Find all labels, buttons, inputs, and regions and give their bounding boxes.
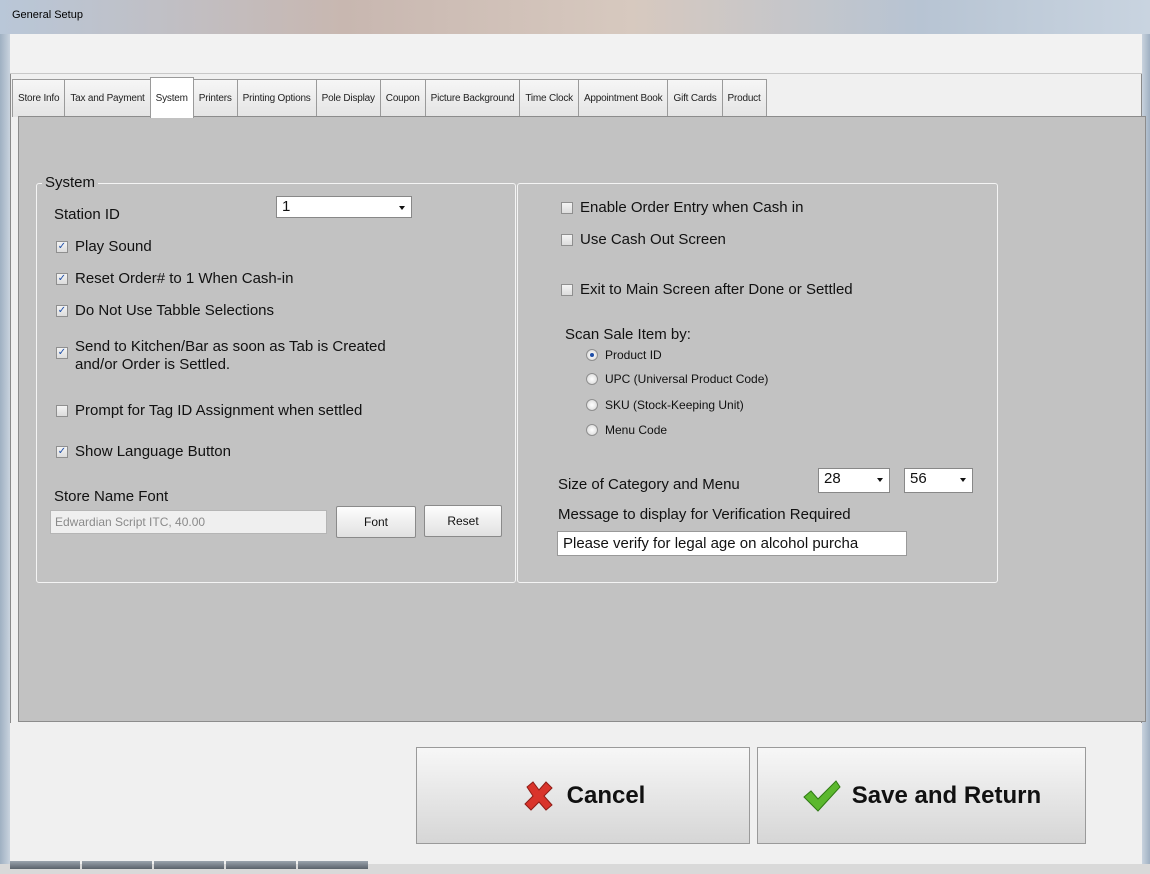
title-bar[interactable]: General Setup (0, 0, 1150, 34)
save-and-return-label: Save and Return (851, 781, 1042, 809)
window-frame-left (0, 34, 10, 864)
reset-order-checkbox[interactable]: ✓ (56, 273, 68, 285)
cancel-x-icon (523, 780, 553, 811)
reset-order-label: Reset Order# to 1 When Cash-in (75, 270, 294, 287)
tab-picture-background[interactable]: Picture Background (424, 79, 521, 117)
store-name-font-field: Edwardian Script ITC, 40.00 (50, 510, 327, 534)
verification-message-input[interactable]: Please verify for legal age on alcohol p… (557, 531, 907, 556)
send-to-kitchen-checkbox[interactable]: ✓ (56, 347, 68, 359)
reset-font-button[interactable]: Reset (424, 505, 502, 537)
scan-product-id-label: Product ID (605, 348, 662, 362)
enable-order-entry-label: Enable Order Entry when Cash in (580, 199, 804, 216)
tab-store-info[interactable]: Store Info (12, 79, 66, 117)
taskbar-item (226, 861, 296, 869)
no-table-selection-label: Do Not Use Tabble Selections (75, 302, 274, 319)
category-size-value: 28 (824, 470, 841, 487)
exit-main-screen-checkbox[interactable] (561, 284, 573, 296)
scan-menu-code-label: Menu Code (605, 423, 668, 437)
exit-main-screen-label: Exit to Main Screen after Done or Settle… (580, 281, 853, 298)
taskbar-item (154, 861, 224, 869)
size-category-menu-label: Size of Category and Menu (558, 476, 740, 493)
tab-product[interactable]: Product (721, 79, 767, 117)
play-sound-label: Play Sound (75, 238, 152, 255)
chevron-down-icon (960, 478, 966, 482)
save-and-return-button[interactable]: Save and Return (757, 747, 1086, 844)
play-sound-checkbox[interactable]: ✓ (56, 241, 68, 253)
station-id-label: Station ID (54, 206, 120, 223)
menu-size-dropdown[interactable]: 56 (904, 468, 973, 493)
enable-order-entry-checkbox[interactable] (561, 202, 573, 214)
tab-coupon[interactable]: Coupon (379, 79, 426, 117)
chevron-down-icon (877, 478, 883, 482)
tab-time-clock[interactable]: Time Clock (519, 79, 579, 117)
taskbar-strip (10, 856, 610, 869)
tab-gift-cards[interactable]: Gift Cards (667, 79, 723, 117)
tab-printers[interactable]: Printers (192, 79, 238, 117)
scan-upc-radio[interactable] (586, 373, 598, 385)
window-title: General Setup (12, 9, 83, 21)
system-group-legend: System (42, 174, 99, 191)
scan-sale-item-label: Scan Sale Item by: (565, 326, 691, 343)
tab-pole-display[interactable]: Pole Display (315, 79, 381, 117)
scan-product-id-radio[interactable] (586, 349, 598, 361)
tab-system[interactable]: System (149, 77, 194, 118)
prompt-tag-id-checkbox[interactable] (56, 405, 68, 417)
checkmark-icon (803, 779, 841, 812)
menu-strip (10, 34, 1142, 74)
station-id-value: 1 (282, 198, 291, 215)
use-cash-out-checkbox[interactable] (561, 234, 573, 246)
scan-sku-radio[interactable] (586, 399, 598, 411)
show-language-checkbox[interactable]: ✓ (56, 446, 68, 458)
category-size-dropdown[interactable]: 28 (818, 468, 890, 493)
send-to-kitchen-label-line2: and/or Order is Settled. (75, 356, 231, 373)
chevron-down-icon (399, 206, 405, 210)
taskbar-item (82, 861, 152, 869)
scan-upc-label: UPC (Universal Product Code) (605, 372, 769, 386)
tab-appointment-book[interactable]: Appointment Book (577, 79, 669, 117)
scan-sku-label: SKU (Stock-Keeping Unit) (605, 398, 744, 412)
show-language-label: Show Language Button (75, 443, 231, 460)
verification-message-label: Message to display for Verification Requ… (558, 506, 851, 523)
station-id-dropdown[interactable]: 1 (276, 196, 412, 218)
use-cash-out-label: Use Cash Out Screen (580, 231, 726, 248)
tab-printing-options[interactable]: Printing Options (236, 79, 317, 117)
no-table-selection-checkbox[interactable]: ✓ (56, 305, 68, 317)
cancel-button[interactable]: Cancel (416, 747, 750, 844)
tab-strip: Store Info Tax and Payment System Printe… (12, 77, 767, 118)
send-to-kitchen-label-line1: Send to Kitchen/Bar as soon as Tab is Cr… (75, 338, 386, 355)
store-name-font-label: Store Name Font (54, 488, 169, 505)
menu-size-value: 56 (910, 470, 927, 487)
taskbar-item (10, 861, 80, 869)
prompt-tag-id-label: Prompt for Tag ID Assignment when settle… (75, 402, 363, 419)
scan-menu-code-radio[interactable] (586, 424, 598, 436)
font-button[interactable]: Font (336, 506, 416, 538)
taskbar-item (298, 861, 368, 869)
cancel-label: Cancel (566, 781, 646, 809)
tab-tax-and-payment[interactable]: Tax and Payment (64, 79, 151, 117)
